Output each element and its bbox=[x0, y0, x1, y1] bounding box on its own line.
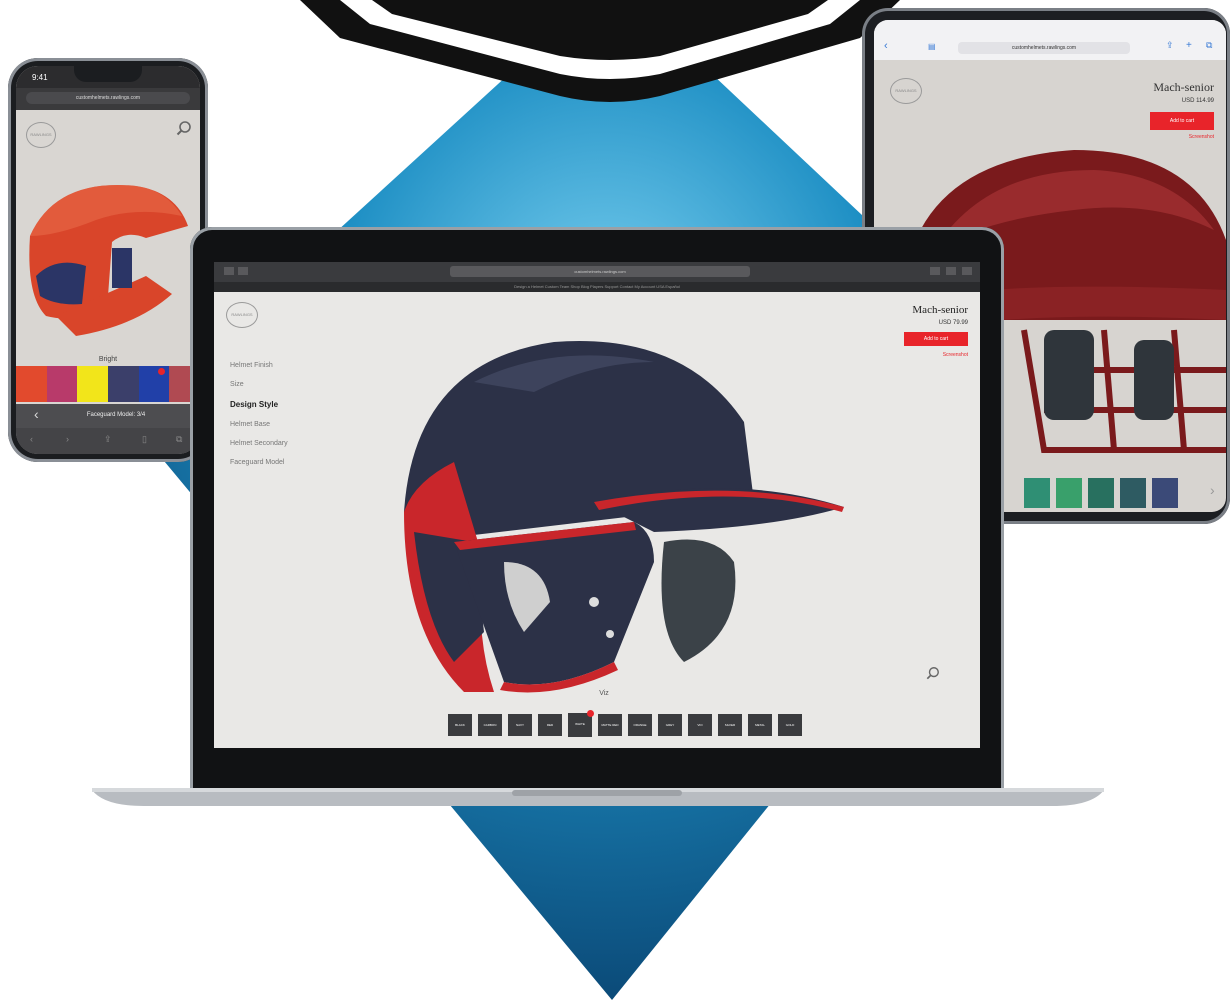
tablet-color-swatch[interactable] bbox=[1152, 478, 1178, 508]
tablet-browser-bar: ‹ ▤ customhelmets.rawlings.com ⇪ + ⧉ bbox=[874, 20, 1226, 60]
phone-color-label: Bright bbox=[98, 356, 118, 363]
laptop-nav-item[interactable]: Design Style bbox=[230, 400, 340, 409]
phone-color-swatch[interactable] bbox=[108, 366, 139, 402]
laptop-style-swatch[interactable]: ORANGE bbox=[628, 714, 652, 736]
laptop-screen: customhelmets.rawlings.com Design a Helm… bbox=[214, 262, 980, 748]
tablet-color-swatch[interactable] bbox=[1056, 478, 1082, 508]
phone-color-swatch[interactable] bbox=[16, 366, 47, 402]
tabs-icon[interactable]: ⧉ bbox=[1206, 40, 1212, 51]
phone-device: 9:41 customhelmets.rawlings.com RAWLINGS… bbox=[8, 58, 208, 462]
tabs-icon[interactable]: ⧉ bbox=[176, 434, 182, 445]
laptop-swatch-row: BLACK CARBON NAVY RED WHITE MATTE RED ORANGE GR… bbox=[448, 710, 848, 738]
chevron-left-icon[interactable]: ‹ bbox=[34, 406, 39, 422]
laptop-product-price: USD 79.99 bbox=[938, 320, 968, 326]
back-icon[interactable] bbox=[238, 267, 248, 275]
tablet-color-swatch[interactable] bbox=[1088, 478, 1114, 508]
laptop-address-field[interactable]: customhelmets.rawlings.com bbox=[450, 266, 750, 277]
laptop-option-nav: Helmet Finish Size Design Style Helmet Base… bbox=[230, 362, 340, 478]
tablet-screenshot-link[interactable]: Screenshot bbox=[1189, 134, 1214, 140]
tablet-product-title: Mach-senior bbox=[1153, 80, 1214, 94]
zoom-icon[interactable] bbox=[926, 666, 940, 680]
laptop-browser-bar: customhelmets.rawlings.com bbox=[214, 262, 980, 282]
tablet-logo: RAWLINGS bbox=[890, 78, 922, 104]
chevron-right-icon[interactable]: › bbox=[1210, 482, 1215, 498]
laptop-nav-item[interactable]: Faceguard Model bbox=[230, 459, 340, 466]
laptop-style-swatch[interactable]: GREY bbox=[658, 714, 682, 736]
laptop-product-title: Mach-senior bbox=[912, 304, 968, 316]
share-icon[interactable]: ⇪ bbox=[1166, 40, 1174, 51]
laptop-nav-item[interactable]: Size bbox=[230, 381, 340, 388]
laptop-logo: RAWLINGS bbox=[226, 302, 258, 328]
laptop-style-swatch[interactable]: WHITE bbox=[568, 710, 594, 737]
add-tab-icon[interactable]: + bbox=[1186, 40, 1192, 51]
back-icon[interactable]: ‹ bbox=[30, 434, 33, 444]
laptop-style-swatch[interactable]: SILVER bbox=[718, 714, 742, 736]
laptop-nav-item[interactable]: Helmet Base bbox=[230, 421, 340, 428]
laptop-helmet-preview[interactable] bbox=[354, 302, 874, 702]
phone-color-swatch[interactable] bbox=[138, 366, 170, 402]
tabs-icon[interactable] bbox=[962, 267, 972, 275]
sidebar-toggle-icon[interactable] bbox=[224, 267, 234, 275]
tablet-add-to-cart-button[interactable]: Add to cart bbox=[1150, 112, 1214, 130]
laptop-style-swatch[interactable]: GOLD bbox=[778, 714, 802, 736]
phone-browser-toolbar: ‹ › ⇪ ▯ ⧉ bbox=[16, 428, 200, 454]
check-icon bbox=[587, 710, 594, 717]
laptop-screenshot-link[interactable]: Screenshot bbox=[943, 352, 968, 358]
laptop-site-menu[interactable]: Design a Helmet Custom Team Shop Blog Pl… bbox=[214, 282, 980, 292]
laptop-style-swatch[interactable]: VIO bbox=[688, 714, 712, 736]
phone-status-time: 9:41 bbox=[32, 73, 48, 82]
check-icon bbox=[158, 368, 166, 375]
phone-helmet-preview[interactable] bbox=[16, 176, 200, 356]
back-icon[interactable]: ‹ bbox=[884, 40, 888, 52]
laptop-base bbox=[92, 788, 1104, 806]
phone-option-label: Faceguard Model: 3/4 bbox=[86, 412, 146, 418]
add-tab-icon[interactable] bbox=[946, 267, 956, 275]
reader-icon[interactable]: ▤ bbox=[928, 42, 936, 51]
laptop-style-swatch[interactable]: CARBON bbox=[478, 714, 502, 736]
share-icon[interactable]: ⇪ bbox=[104, 434, 112, 445]
phone-logo: RAWLINGS bbox=[26, 122, 56, 148]
phone-color-swatch[interactable] bbox=[46, 366, 78, 402]
laptop-nav-item[interactable]: Helmet Secondary bbox=[230, 440, 340, 447]
phone-screen: 9:41 customhelmets.rawlings.com RAWLINGS… bbox=[16, 66, 200, 454]
laptop-style-swatch[interactable]: MATTE RED bbox=[598, 714, 622, 736]
laptop-style-swatch[interactable]: BLACK bbox=[448, 714, 472, 736]
forward-icon[interactable]: › bbox=[66, 434, 69, 444]
bookmarks-icon[interactable]: ▯ bbox=[142, 434, 147, 445]
laptop-style-swatch[interactable]: NAVY bbox=[508, 714, 532, 736]
tablet-address-field[interactable]: customhelmets.rawlings.com bbox=[958, 42, 1130, 54]
laptop-nav-item[interactable]: Helmet Finish bbox=[230, 362, 340, 369]
phone-notch bbox=[74, 66, 142, 82]
share-icon[interactable] bbox=[930, 267, 940, 275]
laptop-viz-label: Viz bbox=[599, 690, 609, 697]
tablet-color-swatch[interactable] bbox=[1120, 478, 1146, 508]
phone-address-field[interactable]: customhelmets.rawlings.com bbox=[26, 92, 190, 104]
tablet-swatch-row bbox=[1024, 478, 1226, 508]
laptop-add-to-cart-button[interactable]: Add to cart bbox=[904, 332, 968, 346]
phone-color-swatch[interactable] bbox=[77, 366, 109, 402]
phone-swatch-row bbox=[16, 366, 200, 402]
tablet-product-price: USD 114.99 bbox=[1181, 98, 1214, 104]
phone-option-nav: ‹ Faceguard Model: 3/4 bbox=[16, 404, 200, 426]
tablet-color-swatch[interactable] bbox=[1024, 478, 1050, 508]
laptop-style-swatch[interactable]: RED bbox=[538, 714, 562, 736]
laptop-style-swatch[interactable]: METAL bbox=[748, 714, 772, 736]
zoom-icon[interactable] bbox=[176, 120, 192, 136]
